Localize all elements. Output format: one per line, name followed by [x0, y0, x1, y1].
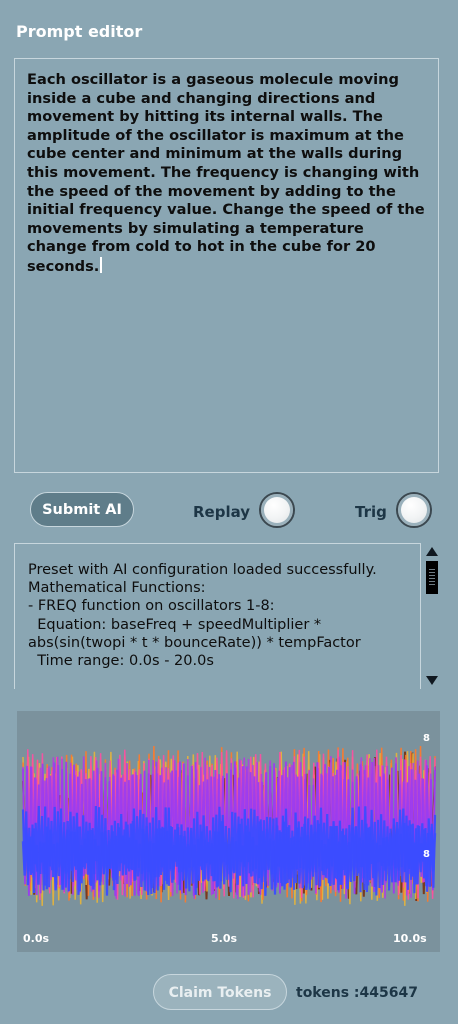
claim-tokens-button[interactable]: Claim Tokens	[153, 974, 287, 1010]
waveform-chart: 88	[17, 711, 440, 952]
submit-ai-button[interactable]: Submit AI	[30, 492, 134, 527]
series-label: 8	[423, 733, 430, 744]
trig-toggle[interactable]	[396, 492, 432, 528]
x-tick-label: 0.0s	[23, 932, 50, 945]
prompt-editor[interactable]: Each oscillator is a gaseous molecule mo…	[14, 58, 439, 473]
page-title: Prompt editor	[16, 22, 143, 41]
console-line: Preset with AI configuration loaded succ…	[28, 562, 377, 578]
console-line: Mathematical Functions:	[28, 580, 206, 597]
console-line: - FREQ function on oscillators 1-8:	[28, 598, 275, 615]
scroll-up-arrow-icon[interactable]	[426, 547, 438, 556]
replay-toggle[interactable]	[259, 492, 295, 528]
console-output[interactable]: Preset with AI configuration loaded succ…	[14, 543, 421, 689]
trig-label: Trig	[355, 503, 387, 521]
x-tick-label: 5.0s	[211, 932, 238, 945]
scroll-thumb[interactable]	[426, 561, 438, 594]
series-label: 8	[423, 849, 430, 860]
scroll-down-arrow-icon[interactable]	[426, 676, 438, 685]
tokens-count: tokens :445647	[296, 985, 418, 1001]
console-scrollbar[interactable]	[424, 545, 440, 687]
prompt-text: Each oscillator is a gaseous molecule mo…	[27, 71, 425, 275]
text-caret	[100, 256, 103, 273]
replay-label: Replay	[193, 503, 251, 521]
x-tick-label: 10.0s	[393, 932, 427, 945]
console-line: abs(sin(twopi * t * bounceRate)) * tempF…	[28, 634, 361, 651]
console-line: Time range: 0.0s - 20.0s	[28, 653, 214, 670]
console-line: Equation: baseFreq + speedMultiplier *	[28, 616, 322, 633]
waveform-svg: 88	[21, 733, 437, 906]
